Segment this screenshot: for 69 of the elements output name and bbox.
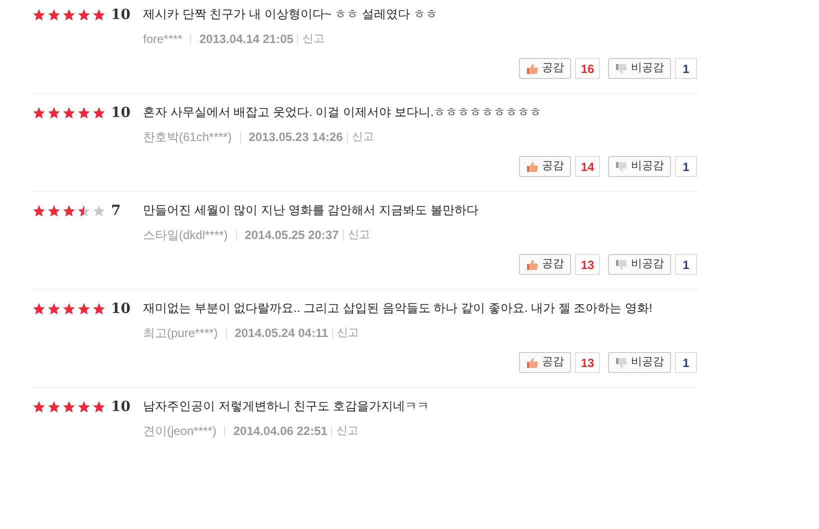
- star-icon: [62, 204, 76, 218]
- rating-score: 10: [111, 300, 130, 318]
- star-icon: [92, 8, 106, 22]
- star-icon: [77, 400, 91, 414]
- like-button[interactable]: 공감: [519, 352, 571, 373]
- review-text: 혼자 사무실에서 배잡고 웃었다. 이걸 이제서야 보다니.ㅎㅎㅎㅎㅎㅎㅎㅎㅎ: [143, 104, 543, 121]
- review-date: 2013.04.14 21:05: [199, 31, 294, 48]
- review-date: 2014.05.24 04:11: [234, 325, 328, 342]
- like-count: 13: [575, 254, 600, 275]
- like-button[interactable]: 공감: [519, 254, 571, 275]
- rating-score: 7: [111, 202, 121, 220]
- thumbs-up-icon: [526, 258, 538, 270]
- author-name: 견이(jeon****): [143, 423, 216, 440]
- thumbs-up-icon: [526, 356, 538, 368]
- like-count: 13: [575, 352, 600, 373]
- dislike-count: 1: [675, 352, 697, 373]
- star-icon: [92, 204, 106, 218]
- like-button[interactable]: 공감: [519, 58, 571, 79]
- thumbs-up-icon: [526, 62, 538, 74]
- dislike-button[interactable]: 비공감: [608, 156, 671, 177]
- review-text: 재미없는 부분이 없다랄까요.. 그리고 삽입된 음악들도 하나 같이 좋아요. 내가 젤 조아하는 영화!: [143, 300, 654, 317]
- like-count: 14: [575, 156, 600, 177]
- star-icon: [32, 8, 46, 22]
- review-date: 2014.04.06 22:51: [233, 423, 328, 440]
- rating-score: 10: [111, 398, 130, 416]
- star-icon: [47, 400, 61, 414]
- star-icon: [47, 106, 61, 120]
- star-icon: [47, 8, 61, 22]
- thumbs-up-icon: [526, 160, 538, 172]
- rating-score: 10: [111, 104, 130, 122]
- star-icon: [62, 400, 76, 414]
- star-icon: [47, 204, 61, 218]
- review-date: 2014.05.25 20:37: [244, 227, 339, 244]
- rating-score: 10: [111, 6, 130, 24]
- star-icon: [62, 106, 76, 120]
- author-name: fore****: [143, 31, 182, 48]
- star-icon: [77, 302, 91, 316]
- star-icon: [77, 204, 91, 218]
- star-icon: [32, 400, 46, 414]
- star-icon: [92, 302, 106, 316]
- star-icon: [32, 302, 46, 316]
- star-icon: [62, 302, 76, 316]
- thumbs-down-icon: [615, 356, 627, 368]
- star-icon: [62, 8, 76, 22]
- dislike-button[interactable]: 비공감: [608, 254, 671, 275]
- star-icon: [92, 400, 106, 414]
- review-text: 남자주인공이 저렇게변하니 친구도 호감을가지네ㅋㅋ: [143, 398, 430, 415]
- like-count: 16: [575, 58, 600, 79]
- review-text: 만들어진 세월이 많이 지난 영화를 감안해서 지금봐도 볼만하다: [143, 202, 480, 219]
- dislike-count: 1: [675, 156, 697, 177]
- review-text: 제시카 단짝 친구가 내 이상형이다~ ㅎㅎ 설레였다 ㅎㅎ: [143, 6, 438, 23]
- like-button[interactable]: 공감: [519, 156, 571, 177]
- star-icon: [32, 106, 46, 120]
- star-icon: [77, 8, 91, 22]
- dislike-button[interactable]: 비공감: [608, 58, 671, 79]
- star-icon: [32, 204, 46, 218]
- thumbs-down-icon: [615, 160, 627, 172]
- author-name: 찬호박(61ch****): [143, 129, 232, 146]
- review-date: 2013.05.23 14:26: [248, 129, 343, 146]
- star-icon: [47, 302, 61, 316]
- dislike-count: 1: [675, 254, 697, 275]
- dislike-count: 1: [675, 58, 697, 79]
- star-icon: [77, 106, 91, 120]
- author-name: 최고(pure****): [143, 325, 218, 342]
- star-icon: [92, 106, 106, 120]
- thumbs-down-icon: [615, 62, 627, 74]
- author-name: 스타일(dkdl****): [143, 227, 228, 244]
- dislike-button[interactable]: 비공감: [608, 352, 671, 373]
- thumbs-down-icon: [615, 258, 627, 270]
